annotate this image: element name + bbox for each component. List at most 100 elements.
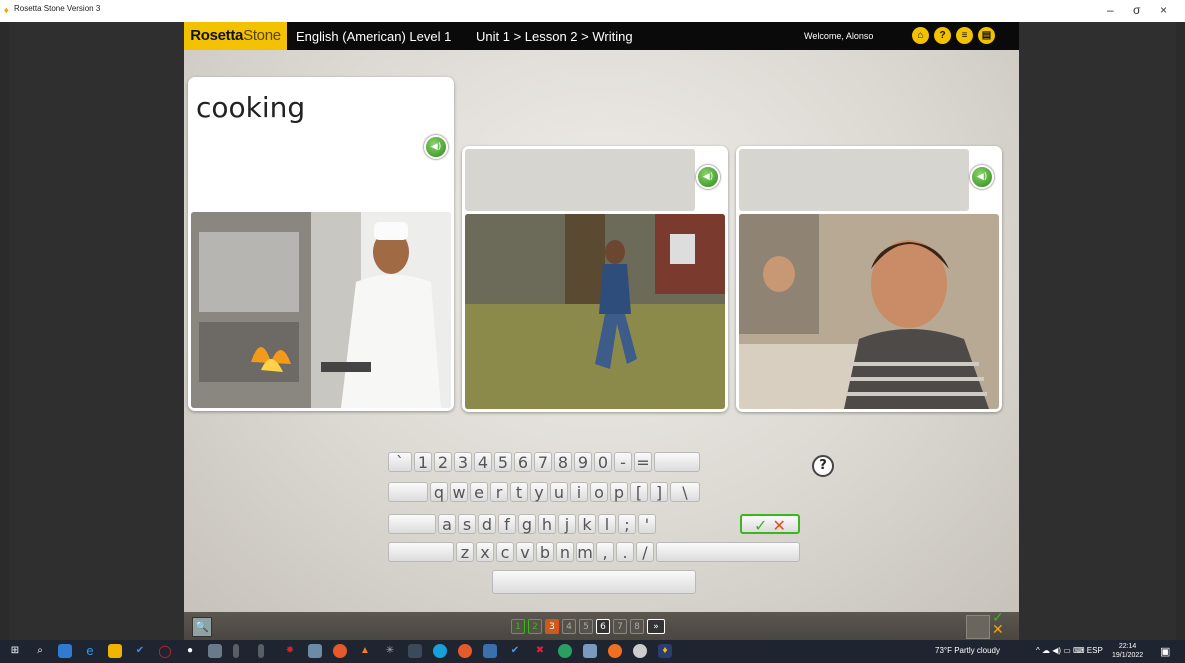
- page-button-current[interactable]: 6: [596, 619, 610, 634]
- page-button[interactable]: 8: [630, 619, 644, 634]
- taskbar-app-icon[interactable]: [333, 644, 347, 658]
- opera-icon[interactable]: ◯: [158, 644, 172, 658]
- clock[interactable]: 22:14 19/1/2022: [1112, 642, 1143, 660]
- weather-widget[interactable]: 73°F Partly cloudy: [935, 646, 1000, 655]
- next-page-button[interactable]: »: [647, 619, 665, 634]
- key[interactable]: v: [516, 542, 534, 562]
- home-icon[interactable]: ⌂: [912, 27, 929, 44]
- key[interactable]: n: [556, 542, 574, 562]
- key[interactable]: h: [538, 514, 556, 534]
- system-tray[interactable]: ^ ☁ ◀) ▭ ⌨ ESP: [1036, 646, 1103, 655]
- key[interactable]: ;: [618, 514, 636, 534]
- key[interactable]: q: [430, 482, 448, 502]
- taskbar-app-icon[interactable]: [583, 644, 597, 658]
- key[interactable]: =: [634, 452, 652, 472]
- menu-icon[interactable]: ≡: [956, 27, 973, 44]
- taskbar-app-icon[interactable]: [408, 644, 422, 658]
- speaker-icon[interactable]: ◀): [970, 165, 994, 189]
- card-3[interactable]: ◀): [736, 146, 1002, 412]
- taskbar-app-icon[interactable]: ✔: [133, 644, 147, 658]
- taskbar-app-icon[interactable]: [558, 644, 572, 658]
- taskbar-app-icon[interactable]: ●: [183, 644, 197, 658]
- key[interactable]: m: [576, 542, 594, 562]
- taskbar-app-icon[interactable]: [633, 644, 647, 658]
- key[interactable]: a: [438, 514, 456, 534]
- key[interactable]: 0: [594, 452, 612, 472]
- key[interactable]: p: [610, 482, 628, 502]
- key[interactable]: l: [598, 514, 616, 534]
- card-1[interactable]: cooking ◀): [188, 77, 454, 411]
- minimize-button[interactable]: –: [1107, 3, 1114, 17]
- taskbar-app-icon[interactable]: [433, 644, 447, 658]
- key[interactable]: 8: [554, 452, 572, 472]
- edge-icon[interactable]: e: [83, 644, 97, 658]
- key[interactable]: e: [470, 482, 488, 502]
- chat-icon[interactable]: ▤: [978, 27, 995, 44]
- taskbar-app-icon[interactable]: ✔: [508, 644, 522, 658]
- answer-field-2[interactable]: [465, 149, 695, 211]
- key[interactable]: [: [630, 482, 648, 502]
- taskbar-app-icon[interactable]: [258, 644, 264, 658]
- taskbar-app-icon[interactable]: ✳: [383, 644, 397, 658]
- page-button[interactable]: 1: [511, 619, 525, 634]
- key[interactable]: 4: [474, 452, 492, 472]
- speaker-icon[interactable]: ◀): [696, 165, 720, 189]
- key[interactable]: 7: [534, 452, 552, 472]
- key[interactable]: ]: [650, 482, 668, 502]
- page-button[interactable]: 7: [613, 619, 627, 634]
- key[interactable]: r: [490, 482, 508, 502]
- key[interactable]: t: [510, 482, 528, 502]
- key[interactable]: x: [476, 542, 494, 562]
- keyboard-help-button[interactable]: ?: [812, 455, 834, 477]
- key[interactable]: ': [638, 514, 656, 534]
- taskbar-app-icon[interactable]: [58, 644, 72, 658]
- shift-key-right[interactable]: [656, 542, 800, 562]
- close-button[interactable]: ×: [1160, 3, 1167, 17]
- key[interactable]: d: [478, 514, 496, 534]
- taskbar-app-icon[interactable]: [208, 644, 222, 658]
- zoom-icon[interactable]: 🔍: [192, 617, 212, 637]
- key[interactable]: 3: [454, 452, 472, 472]
- speaker-icon[interactable]: ◀): [424, 135, 448, 159]
- key[interactable]: s: [458, 514, 476, 534]
- key[interactable]: u: [550, 482, 568, 502]
- tab-key[interactable]: [388, 482, 428, 502]
- taskbar-app-icon[interactable]: [108, 644, 122, 658]
- rosetta-taskbar-icon[interactable]: ♦: [658, 644, 672, 658]
- key[interactable]: 1: [414, 452, 432, 472]
- space-key[interactable]: [492, 570, 696, 594]
- taskbar-app-icon[interactable]: [458, 644, 472, 658]
- key[interactable]: 6: [514, 452, 532, 472]
- start-icon[interactable]: ⊞: [8, 644, 22, 658]
- key[interactable]: /: [636, 542, 654, 562]
- key[interactable]: j: [558, 514, 576, 534]
- taskbar-app-icon[interactable]: [608, 644, 622, 658]
- key[interactable]: \: [670, 482, 700, 502]
- taskbar-app-icon[interactable]: [233, 644, 239, 658]
- key[interactable]: ,: [596, 542, 614, 562]
- taskbar-app-icon[interactable]: [483, 644, 497, 658]
- key[interactable]: f: [498, 514, 516, 534]
- card-2[interactable]: ◀): [462, 146, 728, 412]
- key[interactable]: o: [590, 482, 608, 502]
- key[interactable]: w: [450, 482, 468, 502]
- help-icon[interactable]: ?: [934, 27, 951, 44]
- answer-field-3[interactable]: [739, 149, 969, 211]
- maximize-button[interactable]: σ: [1133, 3, 1140, 17]
- key[interactable]: y: [530, 482, 548, 502]
- page-button[interactable]: 2: [528, 619, 542, 634]
- key[interactable]: -: [614, 452, 632, 472]
- submit-key[interactable]: ✓ ✕: [740, 514, 800, 535]
- key[interactable]: k: [578, 514, 596, 534]
- backspace-key[interactable]: [654, 452, 700, 472]
- taskbar-app-icon[interactable]: ✖: [533, 644, 547, 658]
- page-button[interactable]: 3: [545, 619, 559, 634]
- page-button[interactable]: 4: [562, 619, 576, 634]
- taskbar-app-icon[interactable]: ▲: [358, 644, 372, 658]
- key[interactable]: z: [456, 542, 474, 562]
- key[interactable]: `: [388, 452, 412, 472]
- key[interactable]: 5: [494, 452, 512, 472]
- key[interactable]: i: [570, 482, 588, 502]
- notifications-icon[interactable]: ▣: [1160, 645, 1170, 658]
- shift-key-left[interactable]: [388, 542, 454, 562]
